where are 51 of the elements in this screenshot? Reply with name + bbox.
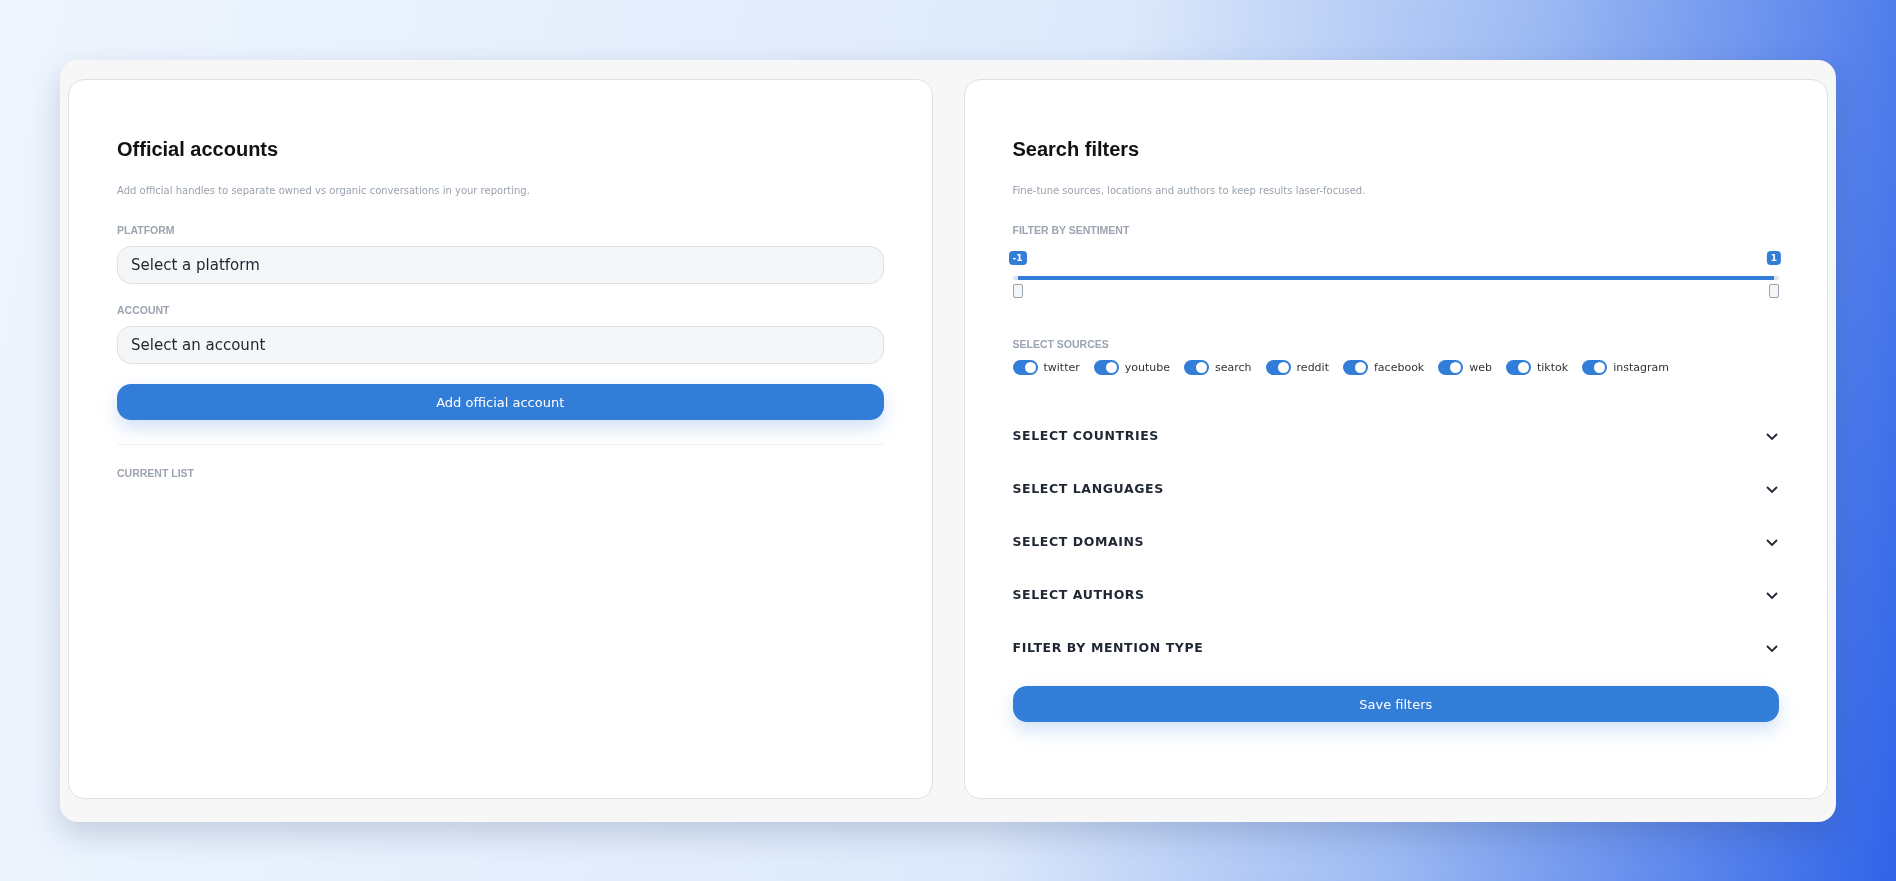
toggle-switch[interactable] (1012, 360, 1038, 375)
toggle-label: facebook (1374, 361, 1425, 374)
toggle-switch[interactable] (1506, 360, 1531, 375)
field-label: ACCOUNT (117, 304, 171, 316)
field-label: PLATFORM (117, 224, 176, 236)
source-toggle[interactable]: twitter (1012, 360, 1080, 375)
accordion-header[interactable]: SELECT COUNTRIES (1012, 409, 1779, 462)
panel-description: Add official handles to separate owned vs organic conversations in your reporting. (117, 185, 531, 196)
toggle-label: twitter (1043, 361, 1080, 374)
toggle-label: reddit (1296, 361, 1329, 374)
panel-title: Official accounts (117, 138, 280, 161)
toggle-label: web (1469, 361, 1492, 374)
toggle-switch[interactable] (1343, 360, 1368, 375)
panel-title: Search filters (1012, 138, 1141, 161)
accordion-title: FILTER BY MENTION TYPE (1012, 640, 1204, 655)
field-label: FILTER BY SENTIMENT (1012, 224, 1131, 236)
save-filters-button[interactable]: Save filters (1012, 686, 1779, 722)
accordion-header[interactable]: SELECT LANGUAGES (1012, 462, 1779, 515)
source-toggle[interactable]: web (1438, 360, 1492, 375)
panel-description: Fine-tune sources, locations and authors to keep results laser-focused. (1012, 185, 1367, 196)
toggle-label: tiktok (1537, 361, 1569, 374)
section-label: CURRENT LIST (117, 467, 195, 479)
source-toggle[interactable]: facebook (1343, 360, 1425, 375)
toggle-label: instagram (1613, 361, 1669, 374)
select-field[interactable]: Select a platform (117, 246, 884, 284)
select-field[interactable]: Select an account (117, 326, 884, 364)
source-toggle[interactable]: reddit (1265, 360, 1329, 375)
source-toggle[interactable]: instagram (1582, 360, 1669, 375)
source-toggle[interactable]: tiktok (1506, 360, 1569, 375)
slider-handle[interactable] (1769, 284, 1779, 298)
toggle-switch[interactable] (1438, 360, 1464, 375)
toggle-label: youtube (1124, 361, 1171, 374)
add-account-button[interactable]: Add official account (117, 384, 884, 420)
accordion-title: SELECT AUTHORS (1012, 587, 1145, 602)
accordion-header[interactable]: SELECT AUTHORS (1012, 568, 1779, 621)
value-bubble: -1 (1008, 251, 1027, 265)
value-bubble: 1 (1766, 251, 1782, 265)
accordion-header[interactable]: FILTER BY MENTION TYPE (1012, 621, 1779, 674)
slider-handle[interactable] (1012, 284, 1023, 298)
accordion-title: SELECT LANGUAGES (1012, 481, 1164, 496)
source-toggle[interactable]: youtube (1093, 360, 1171, 375)
source-toggle[interactable]: search (1184, 360, 1252, 375)
accordion-header[interactable]: SELECT DOMAINS (1012, 515, 1779, 568)
accordion-title: SELECT DOMAINS (1012, 534, 1145, 549)
toggle-switch[interactable] (1265, 360, 1291, 375)
accordion-title: SELECT COUNTRIES (1012, 428, 1159, 443)
toggle-switch[interactable] (1582, 360, 1608, 375)
toggle-switch[interactable] (1184, 360, 1210, 375)
toggle-label: search (1215, 361, 1252, 374)
toggle-switch[interactable] (1093, 360, 1119, 375)
field-label: SELECT SOURCES (1012, 338, 1110, 350)
